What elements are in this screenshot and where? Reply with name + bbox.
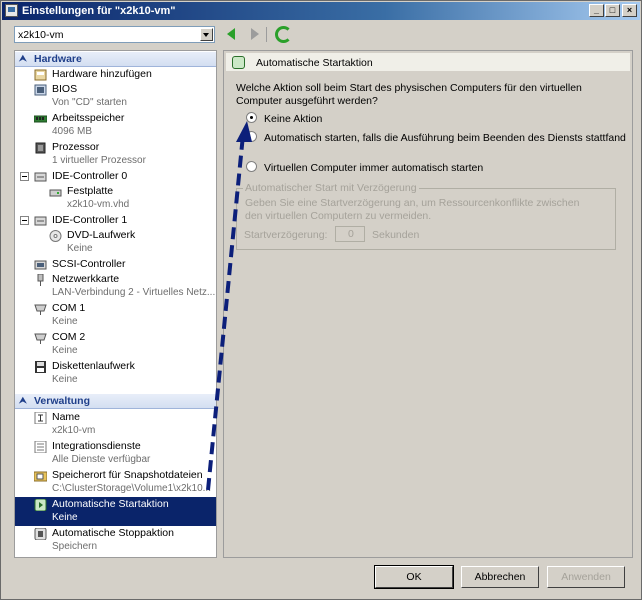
sidebar-item-processor[interactable]: Prozessor 1 virtueller Prozessor bbox=[15, 140, 216, 169]
integration-services-icon bbox=[34, 440, 47, 454]
network-icon bbox=[34, 273, 47, 286]
hard-disk-icon bbox=[49, 186, 62, 198]
collapse-toggle-icon[interactable] bbox=[20, 216, 29, 225]
sidebar-item-auto-start-action[interactable]: Automatische Startaktion Keine bbox=[15, 497, 216, 526]
sidebar-item-floppy[interactable]: Diskettenlaufwerk Keine bbox=[15, 359, 216, 388]
serial-port-icon bbox=[34, 332, 47, 344]
delay-unit: Sekunden bbox=[372, 229, 420, 241]
sidebar-item-hard-disk[interactable]: Festplatte x2k10-vm.vhd bbox=[15, 184, 216, 213]
delay-description: Geben Sie eine Startverzögerung an, um R… bbox=[245, 197, 580, 222]
vm-select-value: x2k10-vm bbox=[18, 29, 64, 41]
collapse-icon[interactable]: ⮝ bbox=[19, 53, 27, 64]
scsi-icon bbox=[34, 259, 47, 271]
sidebar-item-network-adapter[interactable]: Netzwerkkarte LAN-Verbindung 2 - Virtuel… bbox=[15, 272, 216, 301]
auto-start-icon bbox=[34, 498, 47, 512]
window-icon bbox=[5, 4, 18, 17]
radio-auto-start-if-running-label[interactable]: Automatisch starten, falls die Ausführun… bbox=[264, 132, 626, 144]
panel-title: Automatische Startaktion bbox=[256, 57, 373, 69]
maximize-button[interactable]: □ bbox=[605, 4, 620, 17]
auto-stop-icon bbox=[34, 527, 47, 541]
window-title: Einstellungen für "x2k10-vm" bbox=[22, 5, 176, 17]
settings-window: Einstellungen für "x2k10-vm" _ □ × x2k10… bbox=[0, 0, 642, 600]
cancel-button[interactable]: Abbrechen bbox=[461, 566, 539, 588]
radio-no-action[interactable] bbox=[246, 112, 257, 123]
sidebar-item-memory[interactable]: Arbeitsspeicher 4096 MB bbox=[15, 111, 216, 140]
close-button[interactable]: × bbox=[622, 4, 637, 17]
back-arrow-icon[interactable] bbox=[227, 28, 235, 40]
title-bar: Einstellungen für "x2k10-vm" _ □ × bbox=[2, 2, 640, 20]
minimize-button[interactable]: _ bbox=[589, 4, 604, 17]
settings-panel: Automatische Startaktion Welche Aktion s… bbox=[223, 50, 633, 558]
chevron-down-icon[interactable] bbox=[200, 28, 213, 41]
delay-group-label: Automatischer Start mit Verzögerung bbox=[243, 182, 419, 194]
radio-auto-start-if-running[interactable] bbox=[246, 131, 257, 142]
sidebar-item-integration-services[interactable]: Integrationsdienste Alle Dienste verfügb… bbox=[15, 439, 216, 468]
radio-always-start[interactable] bbox=[246, 161, 257, 172]
radio-always-start-label[interactable]: Virtuellen Computer immer automatisch st… bbox=[264, 162, 483, 174]
sidebar-item-name[interactable]: Name x2k10-vm bbox=[15, 410, 216, 439]
bios-icon bbox=[34, 84, 47, 96]
settings-tree: ⮝ Hardware Hardware hinzufügen BIOS Von … bbox=[14, 50, 217, 558]
apply-button[interactable]: Anwenden bbox=[547, 566, 625, 588]
sidebar-item-com1[interactable]: COM 1 Keine bbox=[15, 301, 216, 330]
processor-icon bbox=[34, 142, 47, 154]
sidebar-item-com2[interactable]: COM 2 Keine bbox=[15, 330, 216, 359]
ide-controller-icon bbox=[34, 215, 47, 227]
section-hardware[interactable]: ⮝ Hardware bbox=[15, 52, 216, 67]
panel-header: Automatische Startaktion bbox=[226, 53, 630, 71]
vm-select[interactable]: x2k10-vm bbox=[14, 26, 215, 43]
floppy-icon bbox=[34, 361, 47, 373]
ide-controller-icon bbox=[34, 171, 47, 183]
question-text: Welche Aktion soll beim Start des physis… bbox=[236, 82, 582, 107]
delay-input[interactable]: 0 bbox=[335, 226, 365, 242]
radio-no-action-label[interactable]: Keine Aktion bbox=[264, 113, 322, 125]
sidebar-item-dvd-drive[interactable]: DVD-Laufwerk Keine bbox=[15, 228, 216, 257]
delay-label: Startverzögerung: bbox=[244, 229, 328, 241]
name-icon bbox=[34, 411, 47, 425]
sidebar-item-auto-stop-action[interactable]: Automatische Stoppaktion Speichern bbox=[15, 526, 216, 555]
serial-port-icon bbox=[34, 303, 47, 315]
add-hardware-icon bbox=[34, 69, 47, 81]
dvd-icon bbox=[49, 230, 62, 242]
delay-value: 0 bbox=[348, 228, 354, 240]
collapse-toggle-icon[interactable] bbox=[20, 172, 29, 181]
refresh-icon[interactable] bbox=[275, 26, 292, 43]
toolbar-separator bbox=[266, 27, 267, 42]
auto-start-icon bbox=[232, 56, 245, 69]
forward-arrow-icon[interactable] bbox=[251, 28, 259, 40]
snapshot-folder-icon bbox=[33, 470, 48, 482]
section-management[interactable]: ⮝ Verwaltung bbox=[15, 394, 216, 409]
collapse-icon[interactable]: ⮝ bbox=[19, 395, 27, 406]
sidebar-item-bios[interactable]: BIOS Von "CD" starten bbox=[15, 82, 216, 111]
ok-button[interactable]: OK bbox=[374, 565, 454, 589]
memory-icon bbox=[33, 113, 48, 125]
sidebar-item-snapshot-location[interactable]: Speicherort für Snapshotdateien C:\Clust… bbox=[15, 468, 216, 497]
